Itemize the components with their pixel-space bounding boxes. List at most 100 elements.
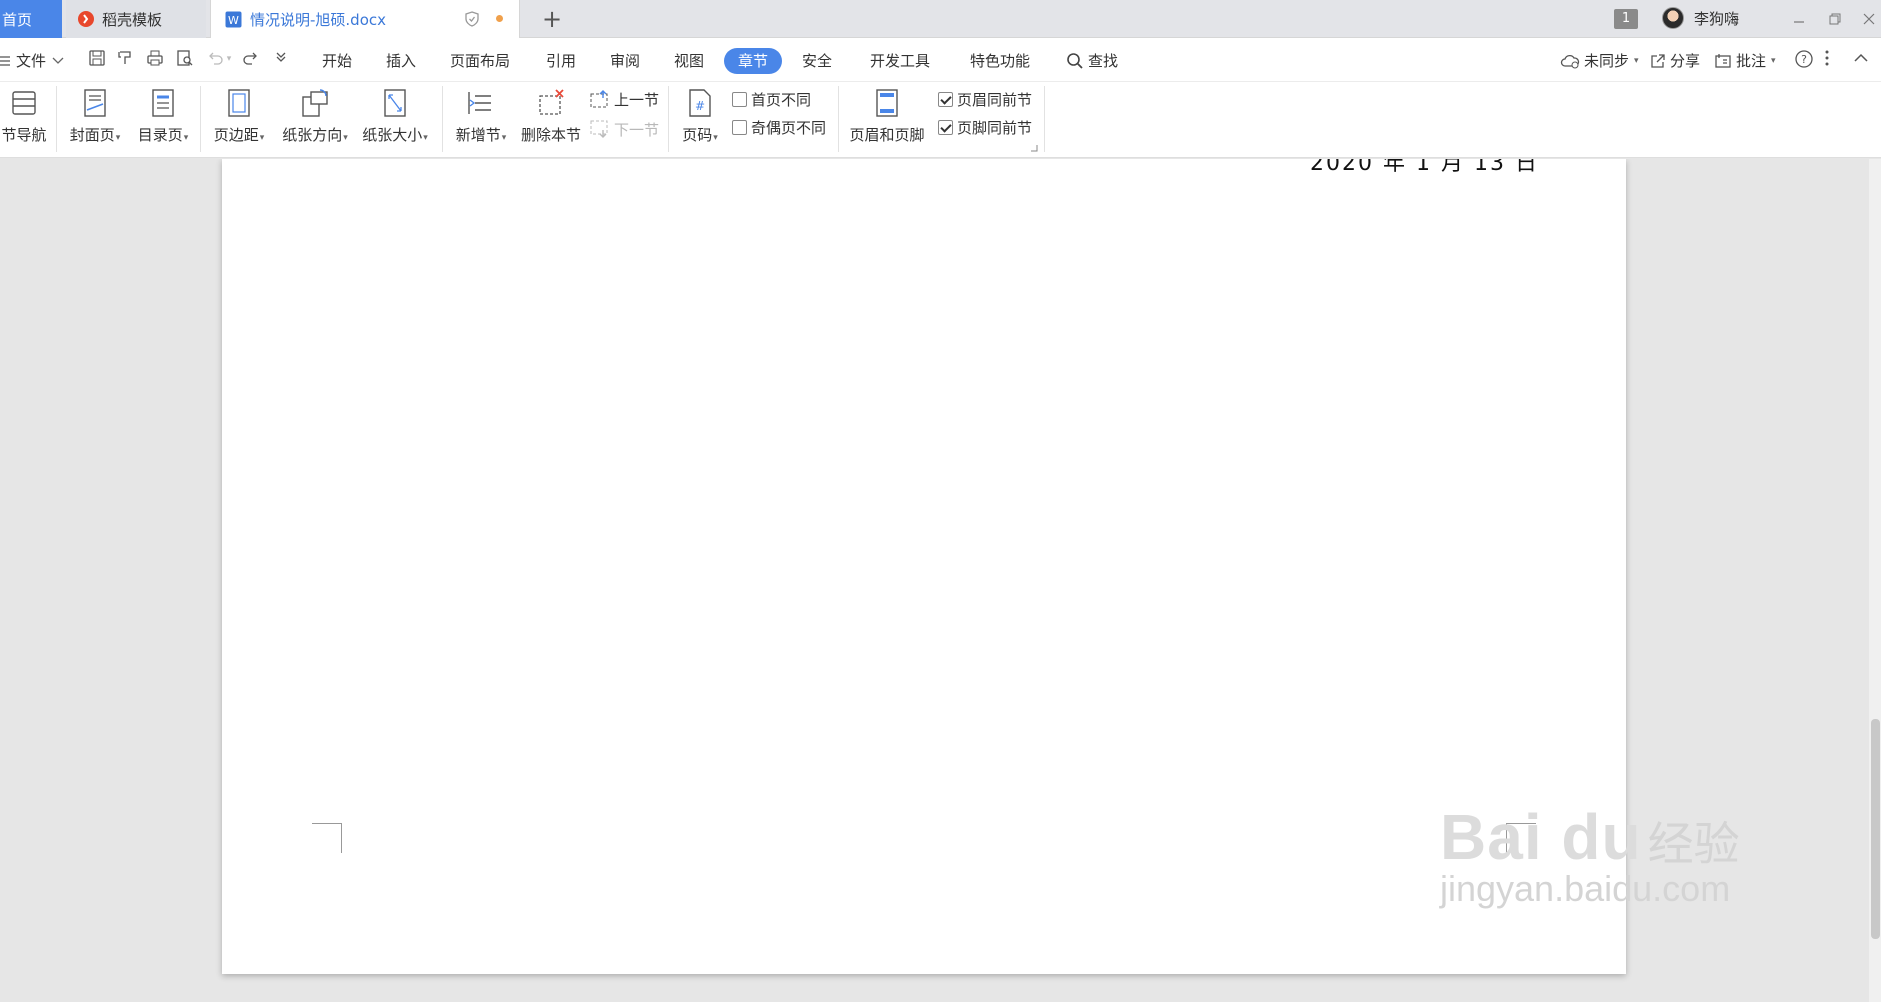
prev-section-icon [590,90,610,108]
header-same-prev-box[interactable] [938,91,953,107]
menu-special-features[interactable]: 特色功能 [970,48,1030,74]
sync-label: 未同步 [1584,52,1630,70]
comment-icon [1714,53,1732,69]
scrollbar-thumb[interactable] [1871,719,1880,939]
tab-document-label: 情况说明-旭硕.docx [250,10,387,29]
odd-even-diff-checkbox[interactable]: 奇偶页不同 [732,116,826,138]
ribbon-divider [1044,86,1045,152]
format-painter-icon[interactable] [116,49,136,69]
save-icon[interactable] [88,49,108,69]
tab-home-label: 首页 [2,10,33,29]
add-section-button[interactable]: 新增节▾ [452,86,510,152]
chevron-down-icon [52,57,64,65]
paper-size-icon [380,86,410,120]
footer-same-prev-box[interactable] [938,119,953,135]
toc-page-button[interactable]: 目录页▾ [134,86,192,152]
paper-size-button[interactable]: 纸张大小▾ [358,86,432,152]
orientation-label: 纸张方向▾ [282,126,348,144]
cover-page-button[interactable]: 封面页▾ [66,86,124,152]
tab-template-label: 稻壳模板 [102,10,163,29]
orientation-button[interactable]: 纸张方向▾ [278,86,352,152]
file-menu-label: 文件 [16,52,47,70]
first-page-diff-box[interactable] [732,91,747,107]
tab-document[interactable]: W 情况说明-旭硕.docx [210,0,520,38]
redo-icon[interactable] [242,49,262,69]
watermark-brand: 经验 [1647,817,1740,871]
baidu-watermark: Bai du 经验 jingyan.baidu.com [1440,800,1740,910]
collapse-ribbon-icon[interactable] [1852,49,1872,69]
footer-same-prev-checkbox[interactable]: 页脚同前节 [938,116,1032,138]
comment-button[interactable]: 批注 ▾ [1714,48,1776,74]
more-options-icon[interactable] [1824,49,1844,69]
find-button[interactable]: 查找 [1066,48,1118,74]
header-footer-button[interactable]: 页眉和页脚 [846,86,928,152]
menu-security[interactable]: 安全 [802,48,832,74]
menu-view[interactable]: 视图 [674,48,704,74]
undo-dropdown-icon[interactable]: ▾ [224,49,234,69]
share-button[interactable]: 分享 [1650,48,1700,74]
section-ribbon: 节导航 封面页▾ 目录页▾ 页边距▾ 纸张方向▾ 纸张大小▾ 新增节▾ 删除本节… [0,82,1881,158]
menu-developer-tools[interactable]: 开发工具 [870,48,930,74]
dialog-launcher-icon[interactable] [1030,144,1038,152]
cover-page-icon [80,86,110,120]
watermark-logo: Bai du [1440,801,1642,873]
delete-section-button[interactable]: 删除本节 [518,86,584,152]
file-menu[interactable]: 文件 [0,48,64,74]
ribbon-divider [838,86,839,152]
restore-icon[interactable] [1822,6,1848,32]
print-icon[interactable] [146,49,166,69]
watermark-url: jingyan.baidu.com [1440,868,1731,909]
menu-review[interactable]: 审阅 [610,48,640,74]
add-section-label: 新增节▾ [455,126,507,144]
header-same-prev-checkbox[interactable]: 页眉同前节 [938,88,1032,110]
delete-section-label: 删除本节 [520,126,581,144]
delete-section-icon [536,86,566,120]
page-number-button[interactable]: # 页码▾ [676,86,724,152]
share-icon [1650,53,1666,69]
customize-toolbar-icon[interactable] [274,49,294,69]
menu-insert[interactable]: 插入 [386,48,416,74]
margins-button[interactable]: 页边距▾ [210,86,268,152]
next-section-button[interactable]: 下一节 [590,118,659,140]
menu-page-layout[interactable]: 页面布局 [450,48,510,74]
section-nav-icon [9,86,39,120]
sync-dropdown-icon: ▾ [1634,56,1639,66]
ribbon-divider [200,86,201,152]
undo-icon[interactable] [206,49,226,69]
user-account[interactable]: 李狗嗨 [1662,7,1739,29]
margins-icon [224,86,254,120]
menu-start[interactable]: 开始 [322,48,352,74]
menu-section[interactable]: 章节 [724,48,783,74]
shield-icon[interactable] [465,11,479,27]
sync-button[interactable]: 未同步 ▾ [1560,48,1639,74]
vertical-scrollbar[interactable] [1869,159,1881,1002]
next-section-label: 下一节 [614,120,660,139]
menu-references[interactable]: 引用 [546,48,576,74]
header-same-prev-label: 页眉同前节 [957,90,1033,109]
close-icon[interactable] [1856,6,1881,32]
tab-template[interactable]: 稻壳模板 [66,0,206,38]
window-count-badge[interactable]: 1 [1614,9,1638,29]
section-nav-button[interactable]: 节导航 [0,86,48,152]
odd-even-diff-box[interactable] [732,119,747,135]
prev-section-label: 上一节 [614,90,660,109]
new-tab-button[interactable]: + [538,5,566,33]
margins-label: 页边距▾ [213,126,265,144]
svg-text:#: # [695,99,705,113]
header-footer-label: 页眉和页脚 [849,126,925,144]
menu-bar: 文件 ▾ 开始 插入 页面布局 引用 审阅 视图 章节 安全 开发工具 特色功能… [0,38,1881,82]
minimize-icon[interactable] [1786,6,1812,32]
unsaved-dot-icon [496,15,503,22]
document-page[interactable]: 2020 年 1 月 13 日 [222,159,1626,974]
first-page-diff-checkbox[interactable]: 首页不同 [732,88,811,110]
tab-home[interactable]: 首页 [0,0,62,38]
help-icon[interactable]: ? [1794,49,1814,69]
comment-dropdown-icon: ▾ [1771,56,1776,66]
next-section-icon [590,120,610,138]
toc-page-label: 目录页▾ [137,126,189,144]
margin-corner-mark-left [312,823,342,853]
avatar [1662,7,1684,29]
prev-section-button[interactable]: 上一节 [590,88,659,110]
odd-even-diff-label: 奇偶页不同 [751,118,827,137]
print-preview-icon[interactable] [176,49,196,69]
